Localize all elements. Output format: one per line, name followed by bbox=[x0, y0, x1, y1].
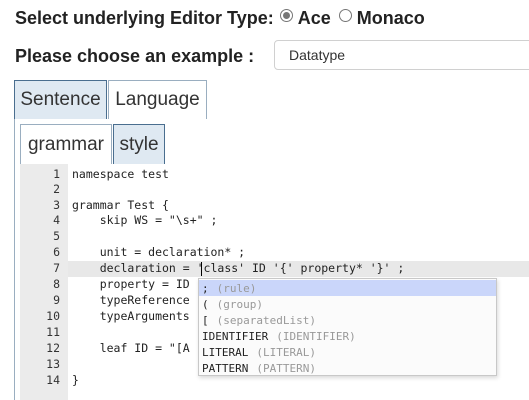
tab-sentence[interactable]: Sentence bbox=[14, 80, 107, 119]
tab-language-label: Language bbox=[115, 89, 200, 110]
autocomplete-item-value: ( bbox=[202, 297, 209, 311]
line-number: 11 bbox=[46, 325, 60, 339]
code-line[interactable]: skip WS = "\s+" ; bbox=[72, 213, 218, 227]
autocomplete-item-value: LITERAL bbox=[202, 345, 249, 359]
autocomplete-item-meta: (LITERAL) bbox=[256, 345, 316, 359]
editor-type-label: Select underlying Editor Type: bbox=[15, 7, 274, 28]
example-select-value: Datatype bbox=[289, 47, 346, 63]
code-line[interactable]: declaration = 'class' ID '{' property* '… bbox=[72, 261, 405, 275]
code-line[interactable]: typeReference bbox=[72, 293, 190, 307]
tab-language[interactable]: Language bbox=[108, 80, 207, 119]
autocomplete-item[interactable]: IDENTIFIER (IDENTIFIER) bbox=[199, 328, 496, 344]
code-line[interactable]: leaf ID = "[A bbox=[72, 341, 190, 355]
line-number: 14 bbox=[46, 373, 60, 387]
line-number: 12 bbox=[46, 341, 60, 355]
code-line[interactable]: unit = declaration* ; bbox=[72, 245, 245, 259]
line-number: 7 bbox=[53, 261, 60, 275]
code-line[interactable]: namespace test bbox=[72, 167, 169, 181]
autocomplete-item-value: [ bbox=[202, 313, 209, 327]
tab-sentence-label: Sentence bbox=[20, 89, 101, 110]
code-line[interactable]: } bbox=[72, 373, 79, 387]
autocomplete-item-meta: (IDENTIFIER) bbox=[276, 329, 356, 343]
autocomplete-item[interactable]: PATTERN (PATTERN) bbox=[199, 360, 496, 376]
line-number: 10 bbox=[46, 309, 60, 323]
code-line[interactable]: grammar Test { bbox=[72, 198, 169, 212]
autocomplete-item[interactable]: ( (group) bbox=[199, 296, 496, 312]
line-number: 8 bbox=[53, 277, 60, 291]
text-cursor bbox=[201, 262, 202, 276]
line-gutter: 1 2 3 4 5 6 7 8 9 10 11 12 13 14 bbox=[20, 164, 68, 400]
line-number: 13 bbox=[46, 357, 60, 371]
line-number: 1 bbox=[53, 167, 60, 181]
autocomplete-item-value: PATTERN bbox=[202, 361, 249, 375]
code-line[interactable]: typeArguments bbox=[72, 309, 190, 323]
ace-radio-label[interactable]: Ace bbox=[298, 8, 331, 29]
tab-style-label: style bbox=[119, 133, 159, 155]
example-row: Please choose an example : bbox=[15, 43, 254, 69]
line-number: 6 bbox=[53, 245, 60, 259]
monaco-radio-label[interactable]: Monaco bbox=[357, 8, 425, 29]
line-number: 9 bbox=[53, 293, 60, 307]
autocomplete-item-meta: (separatedList) bbox=[216, 313, 316, 327]
example-label: Please choose an example : bbox=[15, 45, 255, 66]
code-line[interactable]: property = ID bbox=[72, 277, 190, 291]
line-number: 5 bbox=[53, 229, 60, 243]
autocomplete-item-meta: (rule) bbox=[216, 281, 257, 295]
tab-style[interactable]: style bbox=[113, 124, 165, 164]
autocomplete-item-value: IDENTIFIER bbox=[202, 329, 269, 343]
example-select[interactable]: Datatype bbox=[274, 40, 529, 70]
tab-grammar[interactable]: grammar bbox=[20, 124, 112, 164]
autocomplete-item-meta: (group) bbox=[216, 297, 263, 311]
line-number: 4 bbox=[53, 213, 60, 227]
editor-type-row: Select underlying Editor Type: Ace Monac… bbox=[15, 6, 425, 30]
tab-grammar-label: grammar bbox=[27, 133, 104, 155]
monaco-radio[interactable] bbox=[338, 8, 352, 22]
autocomplete-item-value: ; bbox=[202, 281, 209, 295]
autocomplete-item-meta: (PATTERN) bbox=[256, 361, 316, 375]
autocomplete-popup[interactable]: ; (rule)((group)[(separatedList) IDENTIFIE… bbox=[198, 278, 497, 376]
line-number: 2 bbox=[53, 182, 60, 196]
line-number: 3 bbox=[53, 198, 60, 212]
autocomplete-item[interactable]: [ (separatedList) bbox=[199, 312, 496, 328]
ace-radio[interactable] bbox=[279, 8, 293, 22]
autocomplete-item[interactable]: ; (rule) bbox=[199, 280, 496, 296]
autocomplete-item[interactable]: LITERAL (LITERAL) bbox=[199, 344, 496, 360]
